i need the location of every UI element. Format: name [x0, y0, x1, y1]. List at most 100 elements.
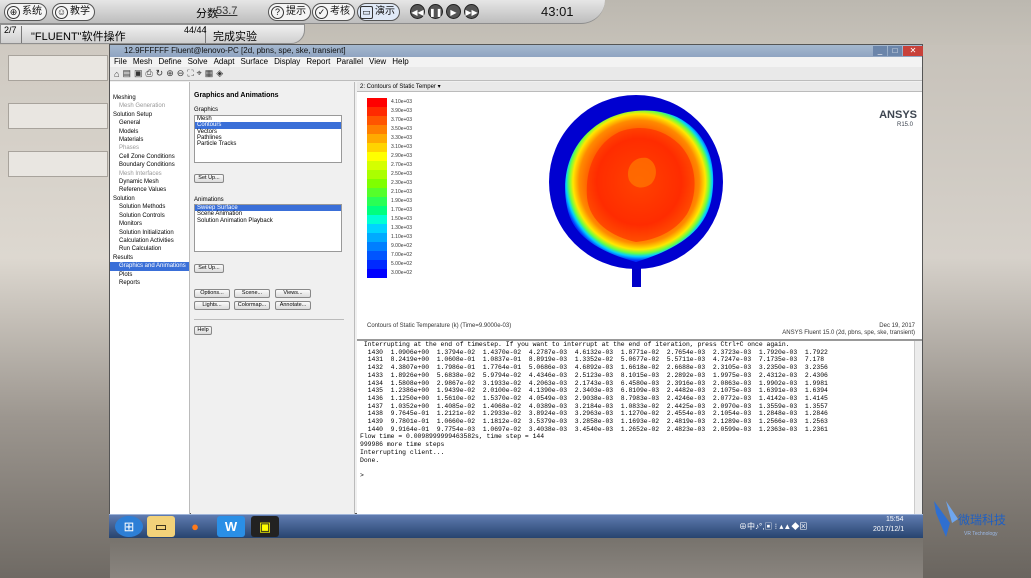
animations-label: Animations — [194, 197, 224, 203]
minimize-button[interactable]: _ — [873, 46, 887, 56]
fast-forward-button[interactable]: ▶▶ — [464, 4, 479, 19]
step-bar: 2/7 "FLUENT"软件操作 44/44 完成实验 — [0, 24, 305, 44]
system-button[interactable]: ⊕ 系统 — [4, 3, 47, 21]
legend-swatch — [367, 242, 387, 251]
annotate-button[interactable]: Annotate... — [275, 301, 311, 310]
nav-item[interactable]: Plots — [110, 271, 189, 279]
nav-item[interactable]: Results — [110, 254, 189, 262]
nav-item[interactable]: Mesh Interfaces — [110, 170, 189, 178]
legend-label: 2.30e+03 — [391, 180, 412, 186]
close-button[interactable]: ✕ — [903, 46, 923, 56]
svg-text:微瑞科技: 微瑞科技 — [958, 513, 1006, 527]
teach-icon: ☺ — [55, 5, 68, 19]
icon-toolbar: ⌂ ▤ ▣ ⎙ ↻ ⊕ ⊖ ⛶ ⌖ ▦ ◈ — [110, 67, 922, 81]
explorer-icon[interactable]: ▭ — [147, 516, 175, 537]
nav-item[interactable]: Dynamic Mesh — [110, 178, 189, 186]
window-titlebar: 12.9FFFFFF Fluent@lenovo-PC [2d, pbns, s… — [110, 45, 923, 57]
console-scrollbar[interactable] — [914, 341, 922, 515]
legend-label: 7.00e+02 — [391, 252, 412, 258]
nav-item[interactable]: Materials — [110, 136, 189, 144]
legend-swatch — [367, 206, 387, 215]
menu-adapt[interactable]: Adapt — [214, 57, 235, 67]
colormap-button[interactable]: Colormap... — [234, 301, 270, 310]
nav-item[interactable]: Solution Methods — [110, 203, 189, 211]
view-icon[interactable]: ◈ — [216, 68, 223, 79]
nav-item[interactable]: Reports — [110, 279, 189, 287]
question-icon: ? — [271, 5, 284, 19]
help-button[interactable]: Help — [194, 326, 212, 335]
menu-file[interactable]: File — [114, 57, 127, 67]
menu-mesh[interactable]: Mesh — [133, 57, 153, 67]
graphics-window[interactable]: 2: Contours of Static Temper ▾ 4.10e+03 3… — [357, 82, 922, 339]
nav-item[interactable]: Boundary Conditions — [110, 161, 189, 169]
nav-item[interactable]: Graphics and Animations — [110, 262, 189, 271]
menu-view[interactable]: View — [369, 57, 386, 67]
exam-button[interactable]: ✓ 考核 — [312, 3, 355, 21]
nav-item[interactable]: Calculation Activities — [110, 237, 189, 245]
legend-swatch — [367, 107, 387, 116]
menu-surface[interactable]: Surface — [241, 57, 269, 67]
nav-item[interactable]: Cell Zone Conditions — [110, 153, 189, 161]
layout-icon[interactable]: ▦ — [205, 68, 214, 79]
play-button[interactable]: ▶ — [446, 4, 461, 19]
nav-item[interactable]: Mesh Generation — [110, 102, 189, 110]
teach-button[interactable]: ☺ 教学 — [52, 3, 95, 21]
views-button[interactable]: Views... — [275, 289, 311, 298]
menu-parallel[interactable]: Parallel — [336, 57, 363, 67]
setup-graphics-button[interactable]: Set Up... — [194, 174, 224, 183]
menu-solve[interactable]: Solve — [188, 57, 208, 67]
zoom-out-icon[interactable]: ⊖ — [177, 68, 185, 79]
rotate-icon[interactable]: ↻ — [156, 68, 164, 79]
graphics-list[interactable]: Mesh Contours Vectors Pathlines Particle Tra… — [194, 115, 342, 163]
animation-list-item[interactable]: Solution Animation Playback — [195, 218, 341, 224]
animations-list[interactable]: Sweep Surface Scene Animation Solution Ani… — [194, 204, 342, 252]
nav-item[interactable]: Models — [110, 128, 189, 136]
ansys-version: R15.0 — [897, 122, 914, 128]
scene-button[interactable]: Scene... — [234, 289, 270, 298]
zoom-in-icon[interactable]: ⊕ — [166, 68, 174, 79]
legend-swatch — [367, 215, 387, 224]
print-icon[interactable]: ⎙ — [145, 68, 152, 79]
lights-button[interactable]: Lights... — [194, 301, 230, 310]
nav-item[interactable]: General — [110, 119, 189, 127]
graphics-tab[interactable]: 2: Contours of Static Temper ▾ — [357, 82, 922, 92]
graphics-list-item[interactable]: Particle Tracks — [195, 141, 341, 147]
menu-define[interactable]: Define — [158, 57, 181, 67]
start-button[interactable]: ⊞ — [115, 516, 143, 537]
open-icon[interactable]: ▤ — [122, 68, 131, 79]
pause-button[interactable]: ❚❚ — [428, 4, 443, 19]
rewind-button[interactable]: ◀◀ — [410, 4, 425, 19]
firefox-icon[interactable]: ● — [181, 516, 209, 537]
nav-item[interactable]: Solution Controls — [110, 212, 189, 220]
nav-item[interactable]: Solution Setup — [110, 111, 189, 119]
legend-label: 2.50e+03 — [391, 171, 412, 177]
tray-icons[interactable]: ⊕中♪°,▣ ⁝ ▴▲◆⊠ — [739, 521, 807, 532]
nav-item[interactable]: Run Calculation — [110, 245, 189, 253]
console-output[interactable]: Interrupting at the end of timestep. If … — [357, 339, 922, 515]
nav-item[interactable]: Solution — [110, 195, 189, 203]
maximize-button[interactable]: □ — [888, 46, 902, 56]
options-button[interactable]: Options... — [194, 289, 230, 298]
nav-item[interactable]: Monitors — [110, 220, 189, 228]
hint-button[interactable]: ? 提示 — [268, 3, 311, 21]
nav-item[interactable]: Phases — [110, 144, 189, 152]
clock-date: 2017/12/1 — [873, 526, 905, 533]
home-icon[interactable]: ⌂ — [114, 69, 119, 79]
word-icon[interactable]: W — [217, 516, 245, 537]
legend-label: 5.00e+02 — [391, 261, 412, 267]
legend-swatch — [367, 170, 387, 179]
simulator-toolbar: ⊕ 系统 ☺ 教学 分数 53.7 ? 提示 ✓ 考核 ▭ 演示 ◀◀ ❚❚ ▶ ▶▶ 4… — [0, 0, 605, 24]
setup-animations-button[interactable]: Set Up... — [194, 264, 224, 273]
window-title: 12.9FFFFFF Fluent@lenovo-PC [2d, pbns, s… — [124, 46, 346, 55]
fit-icon[interactable]: ⛶ — [187, 68, 193, 79]
menu-report[interactable]: Report — [306, 57, 330, 67]
demo-button[interactable]: ▭ 演示 — [357, 3, 400, 21]
menu-help[interactable]: Help — [392, 57, 408, 67]
save-icon[interactable]: ▣ — [134, 68, 143, 79]
nav-item[interactable]: Solution Initialization — [110, 229, 189, 237]
menu-display[interactable]: Display — [274, 57, 300, 67]
nav-item[interactable]: Reference Values — [110, 186, 189, 194]
probe-icon[interactable]: ⌖ — [197, 68, 202, 79]
nav-item[interactable]: Meshing — [110, 94, 189, 102]
fluent-taskbar-icon[interactable]: ▣ — [251, 516, 279, 537]
